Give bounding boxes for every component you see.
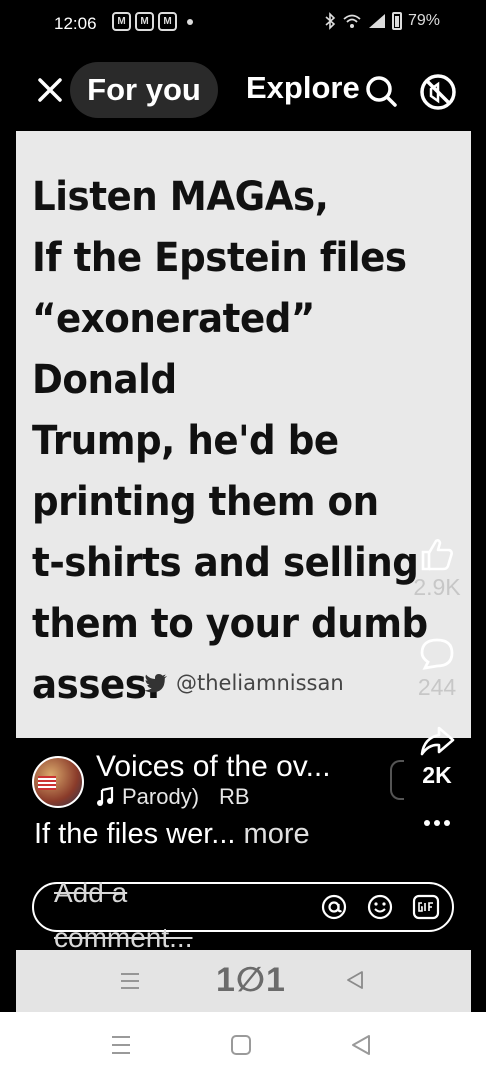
music-note-icon xyxy=(97,787,114,806)
notification-app-icon: M xyxy=(158,12,177,31)
home-button-icon[interactable] xyxy=(230,1034,252,1056)
more-dots-icon[interactable] xyxy=(422,818,452,828)
more-notifications-dot xyxy=(187,18,193,25)
page-indicator: 1∅1 xyxy=(216,961,286,999)
like-count: 2.9K xyxy=(413,574,461,600)
creator-row: Voices of the ov... Parody) RB xyxy=(30,750,390,812)
headline-line: them to your dumb xyxy=(32,601,428,647)
battery-percentage: 79% xyxy=(407,12,440,29)
tab-for-you[interactable]: For you xyxy=(70,62,218,118)
avatar[interactable] xyxy=(32,756,84,808)
back-triangle-icon[interactable] xyxy=(346,970,364,990)
emoji-icon[interactable] xyxy=(366,893,394,921)
wifi-icon xyxy=(343,14,361,28)
sound-suffix: RB xyxy=(219,784,250,809)
menu-lines-icon[interactable] xyxy=(120,972,140,990)
headline-line: printing them on xyxy=(32,479,379,525)
caption[interactable]: If the files wer... more xyxy=(34,818,310,851)
sound-label[interactable]: Parody) RB xyxy=(96,784,250,810)
handle-text: @theliamnissan xyxy=(176,671,344,695)
status-time: 12:06 xyxy=(54,14,97,33)
sound-disc-button[interactable] xyxy=(390,760,404,800)
notification-app-icon: M xyxy=(112,12,131,31)
gif-icon[interactable] xyxy=(412,893,440,921)
status-bar: 12:06 M M M 79% xyxy=(0,0,486,50)
share-count: 2K xyxy=(422,762,452,788)
close-icon[interactable] xyxy=(32,72,68,108)
top-nav: For you Explore xyxy=(0,58,486,122)
battery-icon xyxy=(391,12,402,30)
caption-more-link[interactable]: more xyxy=(244,818,310,850)
bluetooth-icon xyxy=(325,12,336,30)
creator-name[interactable]: Voices of the ov... xyxy=(96,750,331,784)
sound-name: Parody) xyxy=(122,784,200,809)
recent-apps-icon[interactable] xyxy=(110,1034,132,1056)
back-button-icon[interactable] xyxy=(350,1034,372,1056)
comment-action[interactable]: 244 xyxy=(402,636,472,701)
comment-count: 244 xyxy=(417,674,457,700)
notification-app-icon: M xyxy=(135,12,154,31)
share-action[interactable]: 2K xyxy=(402,724,472,789)
mention-icon[interactable] xyxy=(320,893,348,921)
twitter-bird-icon xyxy=(144,674,167,693)
tab-explore[interactable]: Explore xyxy=(246,70,368,106)
thumbs-up-icon[interactable] xyxy=(417,536,457,572)
comment-input[interactable]: Add a comment... xyxy=(32,877,454,953)
image-pager-bar: 1∅1 xyxy=(16,950,471,1012)
mute-sound-icon[interactable] xyxy=(418,72,458,112)
like-action[interactable]: 2.9K xyxy=(402,536,472,601)
search-icon[interactable] xyxy=(362,72,400,110)
post-handle: @theliamnissan xyxy=(144,671,344,695)
headline-line: If the Epstein files xyxy=(32,235,407,281)
status-indicators: 79% xyxy=(324,12,440,30)
share-arrow-icon[interactable] xyxy=(417,724,457,760)
headline-line: Listen MAGAs, xyxy=(32,174,329,220)
post-headline: Listen MAGAs, If the Epstein files “exon… xyxy=(32,167,432,716)
more-options-action[interactable] xyxy=(402,818,472,828)
comment-bubble-icon[interactable] xyxy=(417,636,457,672)
comment-placeholder: Add a comment... xyxy=(54,877,193,953)
headline-line: “exonerated” Donald xyxy=(32,296,315,403)
system-navigation-bar xyxy=(0,1012,486,1080)
avatar-flag-detail xyxy=(38,776,56,790)
headline-line: t-shirts and selling xyxy=(32,540,419,586)
signal-icon xyxy=(368,14,385,28)
caption-text: If the files wer... xyxy=(34,818,236,850)
headline-line: Trump, he'd be xyxy=(32,418,339,464)
notification-icons: M M M xyxy=(112,12,193,31)
